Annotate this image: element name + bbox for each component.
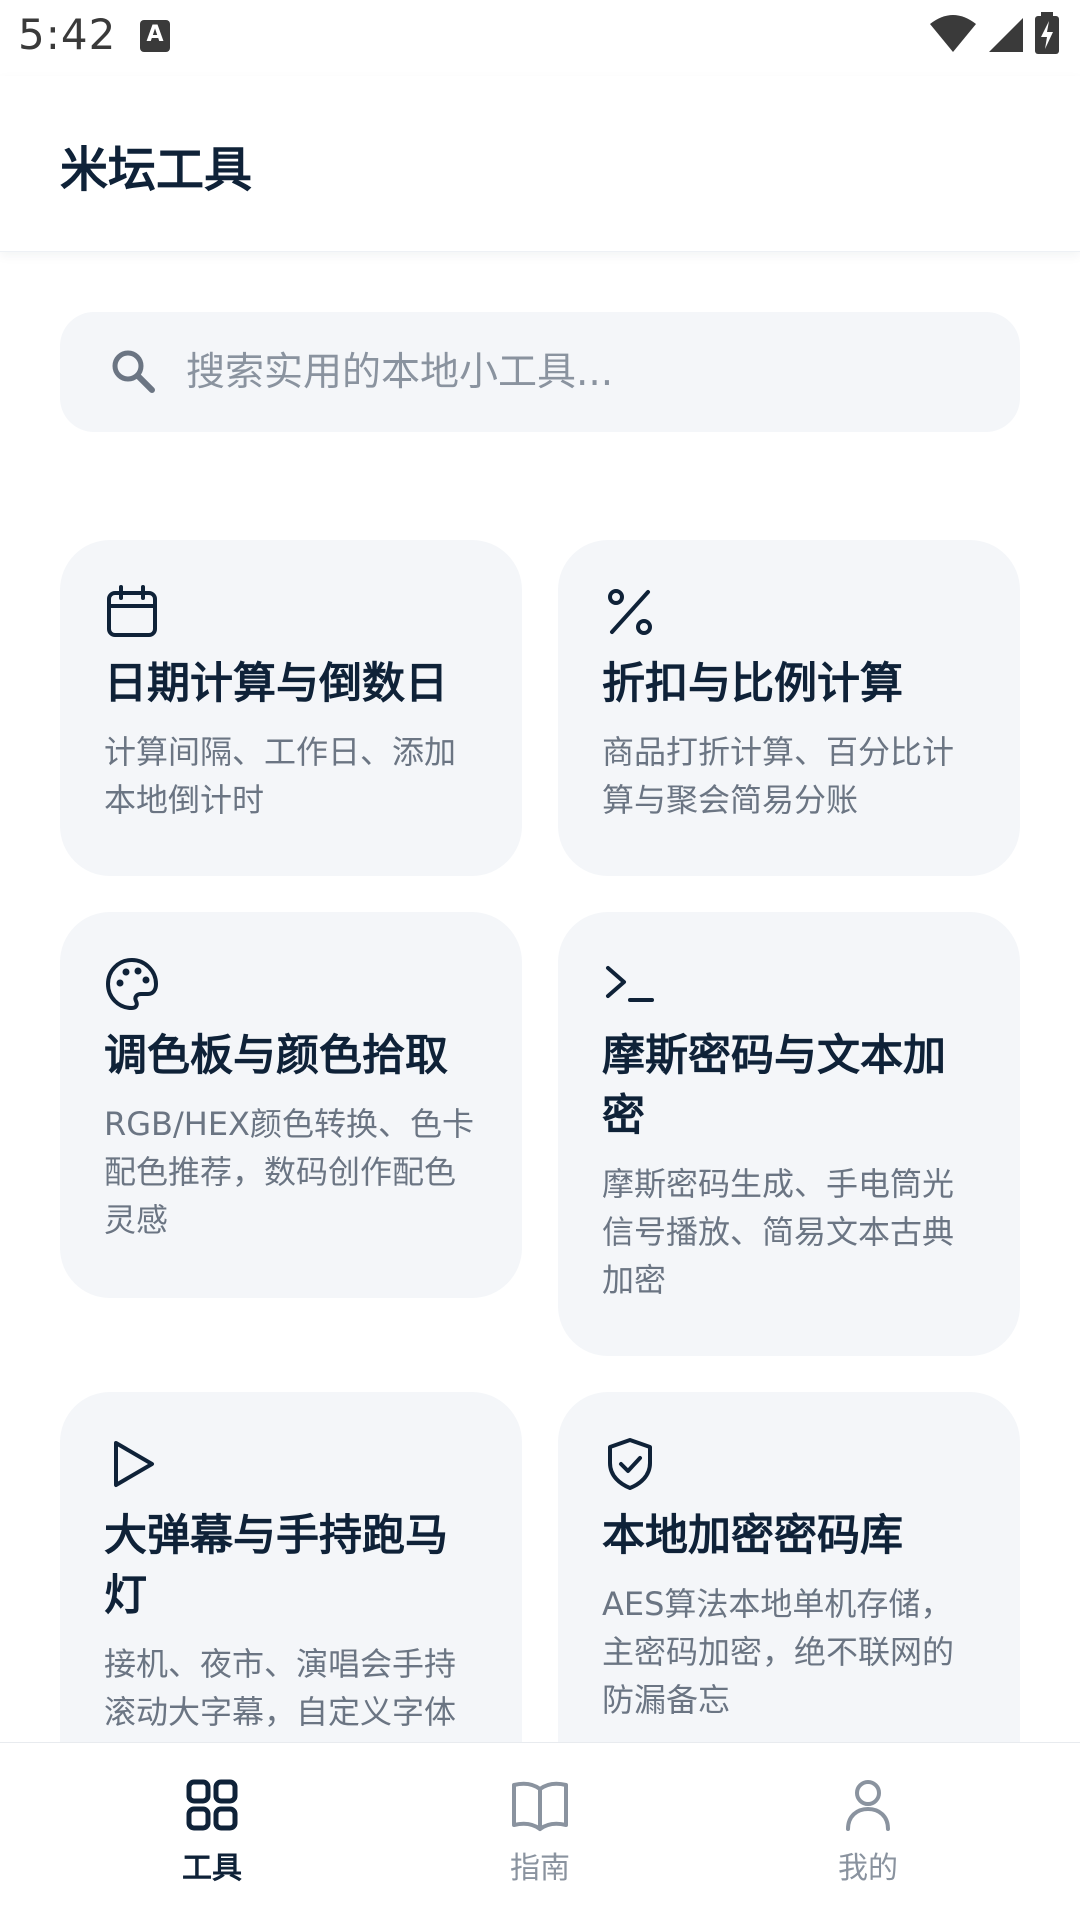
tool-card-title: 本地加密密码库 bbox=[602, 1511, 903, 1561]
book-icon bbox=[512, 1781, 568, 1831]
tool-card-title: 日期计算与倒数日 bbox=[104, 659, 448, 709]
tool-card-description: 商品打折计算、百分比计算与聚会简易分账 bbox=[602, 733, 955, 819]
percent-icon bbox=[608, 589, 652, 635]
tool-card-description: 计算间隔、工作日、添加本地倒计时 bbox=[104, 733, 457, 819]
battery-charging-icon bbox=[1035, 12, 1059, 54]
nav-tab-tools[interactable]: 工具 bbox=[112, 1777, 312, 1887]
person-icon bbox=[846, 1780, 890, 1831]
nav-tab-label: 指南 bbox=[510, 1851, 570, 1886]
nav-tab-label: 工具 bbox=[182, 1851, 242, 1886]
palette-icon bbox=[105, 957, 159, 1011]
page-title: 米坛工具 bbox=[60, 142, 253, 198]
tool-card-discount[interactable]: 折扣与比例计算 商品打折计算、百分比计算与聚会简易分账 bbox=[558, 540, 1020, 876]
tool-card-description: 接机、夜市、演唱会手持滚动大字幕，自定义字体 bbox=[104, 1645, 457, 1731]
shield-check-icon bbox=[608, 1438, 652, 1490]
app-bar: 米坛工具 bbox=[0, 76, 1080, 252]
search-bar[interactable] bbox=[60, 312, 1020, 432]
nav-tab-profile[interactable]: 我的 bbox=[768, 1777, 968, 1887]
wifi-icon bbox=[929, 15, 976, 52]
tool-card-title: 摩斯密码与文本加密 bbox=[602, 1031, 946, 1141]
status-icons bbox=[928, 12, 1062, 56]
tool-card-description: AES算法本地单机存储，主密码加密，绝不联网的防漏备忘 bbox=[602, 1585, 955, 1719]
signal-icon bbox=[988, 18, 1023, 52]
terminal-icon bbox=[606, 966, 654, 1002]
tool-card-description: 摩斯密码生成、手电筒光信号播放、简易文本古典加密 bbox=[602, 1165, 955, 1299]
play-icon bbox=[114, 1441, 154, 1487]
status-time: 5:42 bbox=[18, 10, 117, 59]
bottom-nav: 工具 指南 我的 bbox=[0, 1742, 1080, 1920]
tool-card-title: 大弹幕与手持跑马灯 bbox=[104, 1511, 448, 1621]
calendar-icon bbox=[107, 585, 157, 637]
tool-card-palette[interactable]: 调色板与颜色拾取 RGB/HEX颜色转换、色卡配色推荐，数码创作配色灵感 bbox=[60, 912, 522, 1298]
tool-card-title: 调色板与颜色拾取 bbox=[104, 1031, 448, 1081]
grid-icon bbox=[186, 1779, 238, 1831]
nav-tab-guide[interactable]: 指南 bbox=[440, 1777, 640, 1887]
tool-card-morse[interactable]: 摩斯密码与文本加密 摩斯密码生成、手电筒光信号播放、简易文本古典加密 bbox=[558, 912, 1020, 1356]
tool-card-title: 折扣与比例计算 bbox=[602, 659, 903, 709]
search-input[interactable] bbox=[186, 338, 986, 406]
status-bar: 5:42 A bbox=[0, 0, 1080, 76]
nav-tab-label: 我的 bbox=[838, 1851, 898, 1886]
tool-card-date[interactable]: 日期计算与倒数日 计算间隔、工作日、添加本地倒计时 bbox=[60, 540, 522, 876]
search-icon bbox=[112, 350, 155, 393]
tool-card-description: RGB/HEX颜色转换、色卡配色推荐，数码创作配色灵感 bbox=[104, 1105, 474, 1239]
keyboard-a-icon: A bbox=[140, 20, 170, 52]
